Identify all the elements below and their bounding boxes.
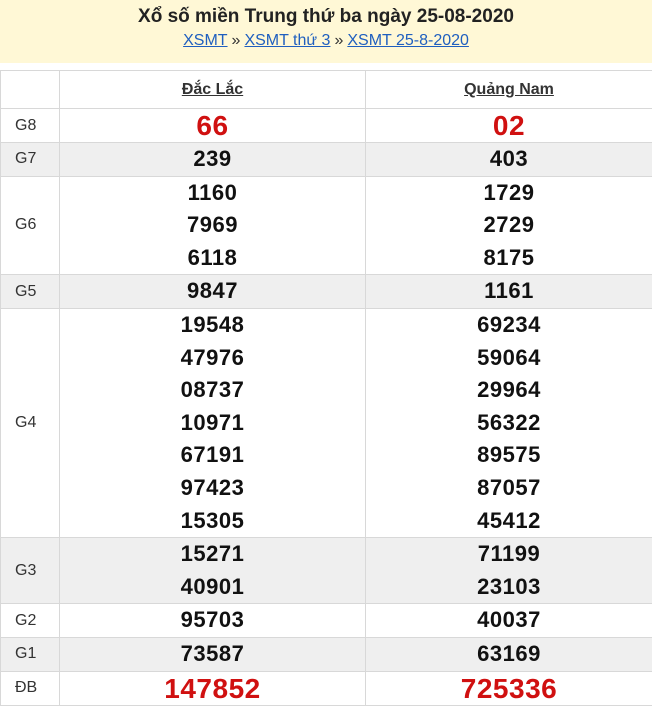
- result-number: 1161: [366, 275, 652, 308]
- prize-label: G7: [1, 143, 60, 177]
- result-number: 08737: [60, 374, 365, 407]
- result-number: 73587: [60, 638, 365, 671]
- result-cell: 9847: [60, 275, 366, 309]
- result-number: 23103: [366, 571, 652, 604]
- result-number: 97423: [60, 472, 365, 505]
- breadcrumb-link-xsmt[interactable]: XSMT: [183, 32, 227, 49]
- result-cell: 725336: [366, 671, 652, 705]
- result-cell: 95703: [60, 604, 366, 638]
- results-body: G86602G7239403G6116079696118172927298175…: [1, 109, 652, 706]
- table-row: G7239403: [1, 143, 652, 177]
- result-number: 403: [366, 143, 652, 176]
- result-number: 2729: [366, 209, 652, 242]
- result-cell: 239: [60, 143, 366, 177]
- prize-label: G1: [1, 637, 60, 671]
- table-row: G29570340037: [1, 604, 652, 638]
- result-number: 47976: [60, 342, 365, 375]
- result-number: 69234: [366, 309, 652, 342]
- breadcrumb-separator: »: [228, 32, 245, 49]
- result-cell: 403: [366, 143, 652, 177]
- result-number: 147852: [60, 672, 365, 705]
- result-number: 45412: [366, 505, 652, 538]
- province-header[interactable]: Đắc Lắc: [60, 71, 366, 109]
- table-header-row: Đắc Lắc Quảng Nam: [1, 71, 652, 109]
- prize-label: ĐB: [1, 671, 60, 705]
- breadcrumb-link-xsmt-date[interactable]: XSMT 25-8-2020: [347, 32, 469, 49]
- table-row: G419548479760873710971671919742315305692…: [1, 308, 652, 537]
- page-title: Xổ số miền Trung thứ ba ngày 25-08-2020: [0, 6, 652, 28]
- header-corner-cell: [1, 71, 60, 109]
- prize-label: G2: [1, 604, 60, 638]
- result-cell: 1161: [366, 275, 652, 309]
- result-number: 7969: [60, 209, 365, 242]
- breadcrumb-separator: »: [330, 32, 347, 49]
- result-number: 63169: [366, 638, 652, 671]
- result-number: 95703: [60, 604, 365, 637]
- result-number: 89575: [366, 439, 652, 472]
- province-link[interactable]: Quảng Nam: [464, 81, 554, 98]
- result-number: 66: [60, 109, 365, 142]
- result-cell: 19548479760873710971671919742315305: [60, 308, 366, 537]
- result-number: 02: [366, 109, 652, 142]
- result-number: 40901: [60, 571, 365, 604]
- result-cell: 147852: [60, 671, 366, 705]
- province-link[interactable]: Đắc Lắc: [182, 81, 243, 98]
- result-number: 8175: [366, 242, 652, 275]
- results-table: Đắc Lắc Quảng Nam G86602G7239403G6116079…: [0, 70, 652, 706]
- result-number: 87057: [366, 472, 652, 505]
- result-number: 1160: [60, 177, 365, 210]
- result-number: 239: [60, 143, 365, 176]
- table-row: G315271409017119923103: [1, 538, 652, 604]
- table-row: G6116079696118172927298175: [1, 176, 652, 275]
- table-row: G17358763169: [1, 637, 652, 671]
- table-row: G598471161: [1, 275, 652, 309]
- result-number: 15305: [60, 505, 365, 538]
- result-cell: 172927298175: [366, 176, 652, 275]
- table-row: ĐB147852725336: [1, 671, 652, 705]
- result-cell: 63169: [366, 637, 652, 671]
- result-number: 1729: [366, 177, 652, 210]
- result-cell: 69234590642996456322895758705745412: [366, 308, 652, 537]
- result-number: 59064: [366, 342, 652, 375]
- result-cell: 1527140901: [60, 538, 366, 604]
- breadcrumb-link-xsmt-thu-3[interactable]: XSMT thứ 3: [244, 32, 330, 49]
- result-number: 10971: [60, 407, 365, 440]
- result-cell: 7119923103: [366, 538, 652, 604]
- result-number: 9847: [60, 275, 365, 308]
- province-header[interactable]: Quảng Nam: [366, 71, 652, 109]
- result-number: 19548: [60, 309, 365, 342]
- result-number: 56322: [366, 407, 652, 440]
- result-number: 40037: [366, 604, 652, 637]
- result-number: 67191: [60, 439, 365, 472]
- result-cell: 73587: [60, 637, 366, 671]
- prize-label: G4: [1, 308, 60, 537]
- result-number: 15271: [60, 538, 365, 571]
- page-header: Xổ số miền Trung thứ ba ngày 25-08-2020 …: [0, 0, 652, 63]
- prize-label: G6: [1, 176, 60, 275]
- result-cell: 116079696118: [60, 176, 366, 275]
- table-row: G86602: [1, 109, 652, 143]
- result-cell: 66: [60, 109, 366, 143]
- breadcrumb: XSMT»XSMT thứ 3»XSMT 25-8-2020: [0, 30, 652, 52]
- result-cell: 40037: [366, 604, 652, 638]
- result-cell: 02: [366, 109, 652, 143]
- prize-label: G8: [1, 109, 60, 143]
- result-number: 725336: [366, 672, 652, 705]
- result-number: 6118: [60, 242, 365, 275]
- result-number: 29964: [366, 374, 652, 407]
- prize-label: G3: [1, 538, 60, 604]
- result-number: 71199: [366, 538, 652, 571]
- prize-label: G5: [1, 275, 60, 309]
